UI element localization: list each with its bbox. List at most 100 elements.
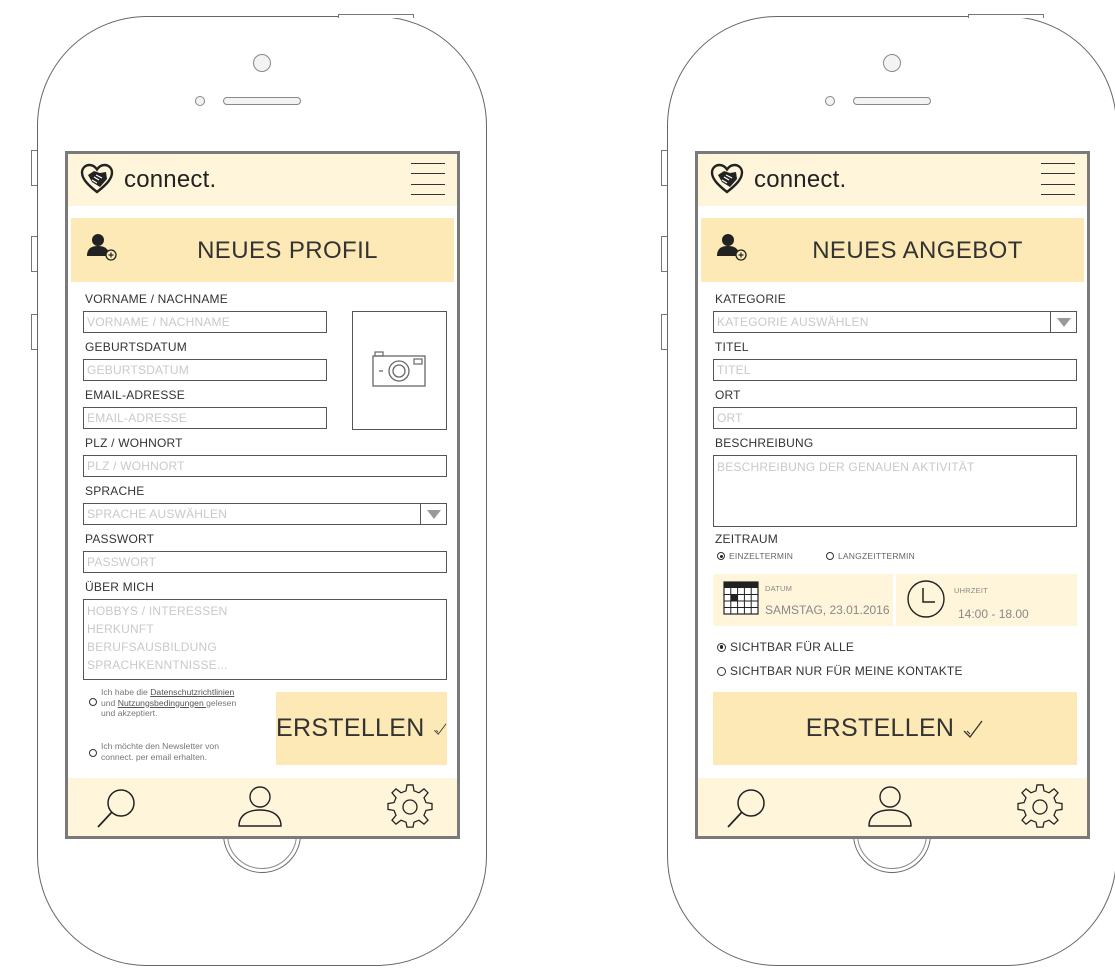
visibility-radio-contacts[interactable]: [717, 666, 726, 676]
visibility-option-contacts[interactable]: SICHTBAR NUR FÜR MEINE KONTAKTE: [717, 664, 963, 678]
front-camera: [883, 54, 901, 72]
period-option-single[interactable]: EINZELTERMIN: [717, 551, 793, 561]
mute-switch: [661, 150, 667, 186]
name-field[interactable]: VORNAME / NACHNAME: [83, 311, 327, 333]
title-field[interactable]: TITEL: [713, 359, 1077, 381]
name-label: VORNAME / NACHNAME: [85, 292, 228, 306]
period-radio-single[interactable]: [717, 552, 725, 560]
profile-icon[interactable]: [866, 784, 914, 830]
period-option-long[interactable]: LANGZEITTERMIN: [826, 551, 915, 561]
newsletter-text-1: Ich möchte den Newsletter von: [101, 741, 219, 751]
page-title-bar: NEUES PROFIL: [71, 218, 454, 282]
privacy-text-3: gelesen: [206, 697, 237, 708]
privacy-text-4: und akzeptiert.: [101, 708, 158, 719]
category-select[interactable]: KATEGORIE AUSWÄHLEN: [713, 311, 1077, 333]
privacy-terms-checkbox[interactable]: Ich habe die Datenschutzrichtlinien und …: [89, 687, 279, 731]
zip-city-field[interactable]: PLZ / WOHNORT: [83, 455, 447, 477]
create-offer-button[interactable]: ERSTELLEN: [713, 692, 1077, 765]
privacy-radio[interactable]: [89, 698, 97, 706]
create-profile-button[interactable]: ERSTELLEN: [276, 692, 447, 765]
phone-frame-offer: connect. NEUES ANGEBOT KATEGORIE KATEGOR…: [661, 14, 1115, 966]
date-value: SAMSTAG, 23.01.2016: [765, 603, 890, 617]
add-user-icon: [87, 234, 117, 261]
birthdate-label: GEBURTSDATUM: [85, 340, 187, 354]
proximity-sensor: [825, 96, 835, 106]
time-picker[interactable]: UHRZEIT 14:00 - 18.00: [896, 574, 1077, 626]
newsletter-text-2: connect. per email erhalten.: [101, 751, 208, 762]
password-field[interactable]: PASSWORT: [83, 551, 447, 573]
volume-up-button: [661, 236, 667, 272]
power-button: [968, 14, 1044, 18]
title-label: TITEL: [715, 340, 749, 354]
earpiece-speaker: [223, 97, 301, 105]
bottom-tab-bar: [698, 778, 1087, 836]
visibility-option-label: SICHTBAR NUR FÜR MEINE KONTAKTE: [730, 664, 963, 678]
proximity-sensor: [195, 96, 205, 106]
time-value: 14:00 - 18.00: [958, 607, 1029, 621]
phone-frame-profile: connect. NEUES PROFIL VORNAME / NACHNAME…: [31, 14, 487, 966]
page-title: NEUES PROFIL: [197, 237, 378, 264]
checkmark-icon: [963, 720, 983, 738]
clock-icon: [907, 580, 945, 618]
bottom-tab-bar: [68, 778, 457, 836]
zip-city-label: PLZ / WOHNORT: [85, 436, 183, 450]
hamburger-menu-icon[interactable]: [411, 163, 445, 195]
privacy-text-1: Ich habe die: [101, 687, 151, 697]
handshake-heart-icon[interactable]: [710, 163, 744, 195]
about-me-label: ÜBER MICH: [85, 580, 155, 594]
search-icon[interactable]: [94, 784, 142, 830]
language-select[interactable]: SPRACHE AUSWÄHLEN: [83, 503, 447, 525]
app-header: connect.: [68, 154, 457, 206]
offer-screen: connect. NEUES ANGEBOT KATEGORIE KATEGOR…: [695, 151, 1090, 839]
dropdown-arrow-icon[interactable]: [420, 504, 446, 524]
profile-icon[interactable]: [236, 784, 284, 830]
mute-switch: [31, 150, 37, 186]
profile-photo-upload[interactable]: [352, 311, 447, 430]
newsletter-radio[interactable]: [89, 749, 97, 757]
search-icon[interactable]: [724, 784, 772, 830]
email-label: EMAIL-ADRESSE: [85, 388, 185, 402]
description-label: BESCHREIBUNG: [715, 436, 814, 450]
period-radio-long[interactable]: [826, 552, 834, 560]
calendar-icon: [723, 581, 759, 615]
visibility-radio-all[interactable]: [717, 642, 726, 652]
camera-icon: [372, 351, 426, 387]
settings-gear-icon[interactable]: [1016, 784, 1064, 830]
language-select-value: SPRACHE AUSWÄHLEN: [87, 507, 228, 521]
dropdown-arrow-icon[interactable]: [1050, 312, 1076, 332]
volume-down-button: [661, 314, 667, 350]
description-textarea[interactable]: BESCHREIBUNG DER GENAUEN AKTIVITÄT: [713, 455, 1077, 527]
password-label: PASSWORT: [85, 532, 155, 546]
period-label: ZEITRAUM: [715, 532, 778, 546]
power-button: [338, 14, 414, 18]
create-button-label: ERSTELLEN: [276, 714, 425, 742]
terms-of-use-link[interactable]: Nutzungsbedingungen: [118, 698, 206, 708]
time-caption: UHRZEIT: [954, 586, 988, 595]
place-field[interactable]: ORT: [713, 407, 1077, 429]
newsletter-checkbox[interactable]: Ich möchte den Newsletter von connect. p…: [89, 741, 279, 765]
settings-gear-icon[interactable]: [386, 784, 434, 830]
app-name: connect.: [754, 166, 847, 193]
privacy-text-2: und: [101, 697, 118, 708]
checkmark-icon: [433, 723, 447, 735]
birthdate-field[interactable]: GEBURTSDATUM: [83, 359, 327, 381]
privacy-policy-link[interactable]: Datenschutzrichtlinien: [150, 687, 234, 697]
page-title: NEUES ANGEBOT: [812, 237, 1023, 264]
about-placeholder-line: BERUFSAUSBILDUNG: [87, 640, 217, 654]
volume-up-button: [31, 236, 37, 272]
language-label: SPRACHE: [85, 484, 145, 498]
category-select-value: KATEGORIE AUSWÄHLEN: [717, 315, 869, 329]
date-picker[interactable]: DATUM SAMSTAG, 23.01.2016: [713, 574, 893, 626]
about-placeholder-line: HOBBYS / INTERESSEN: [87, 604, 228, 618]
hamburger-menu-icon[interactable]: [1041, 163, 1075, 195]
about-me-textarea[interactable]: HOBBYS / INTERESSEN HERKUNFT BERUFSAUSBI…: [83, 599, 447, 680]
front-camera: [253, 54, 271, 72]
create-button-label: ERSTELLEN: [805, 714, 955, 742]
about-placeholder-line: SPRACHKENNTNISSE...: [87, 658, 228, 672]
email-field[interactable]: EMAIL-ADRESSE: [83, 407, 327, 429]
add-user-icon: [717, 234, 747, 261]
date-caption: DATUM: [765, 584, 793, 593]
handshake-heart-icon[interactable]: [80, 163, 114, 195]
period-option-label: LANGZEITTERMIN: [838, 551, 915, 561]
visibility-option-all[interactable]: SICHTBAR FÜR ALLE: [717, 640, 854, 654]
